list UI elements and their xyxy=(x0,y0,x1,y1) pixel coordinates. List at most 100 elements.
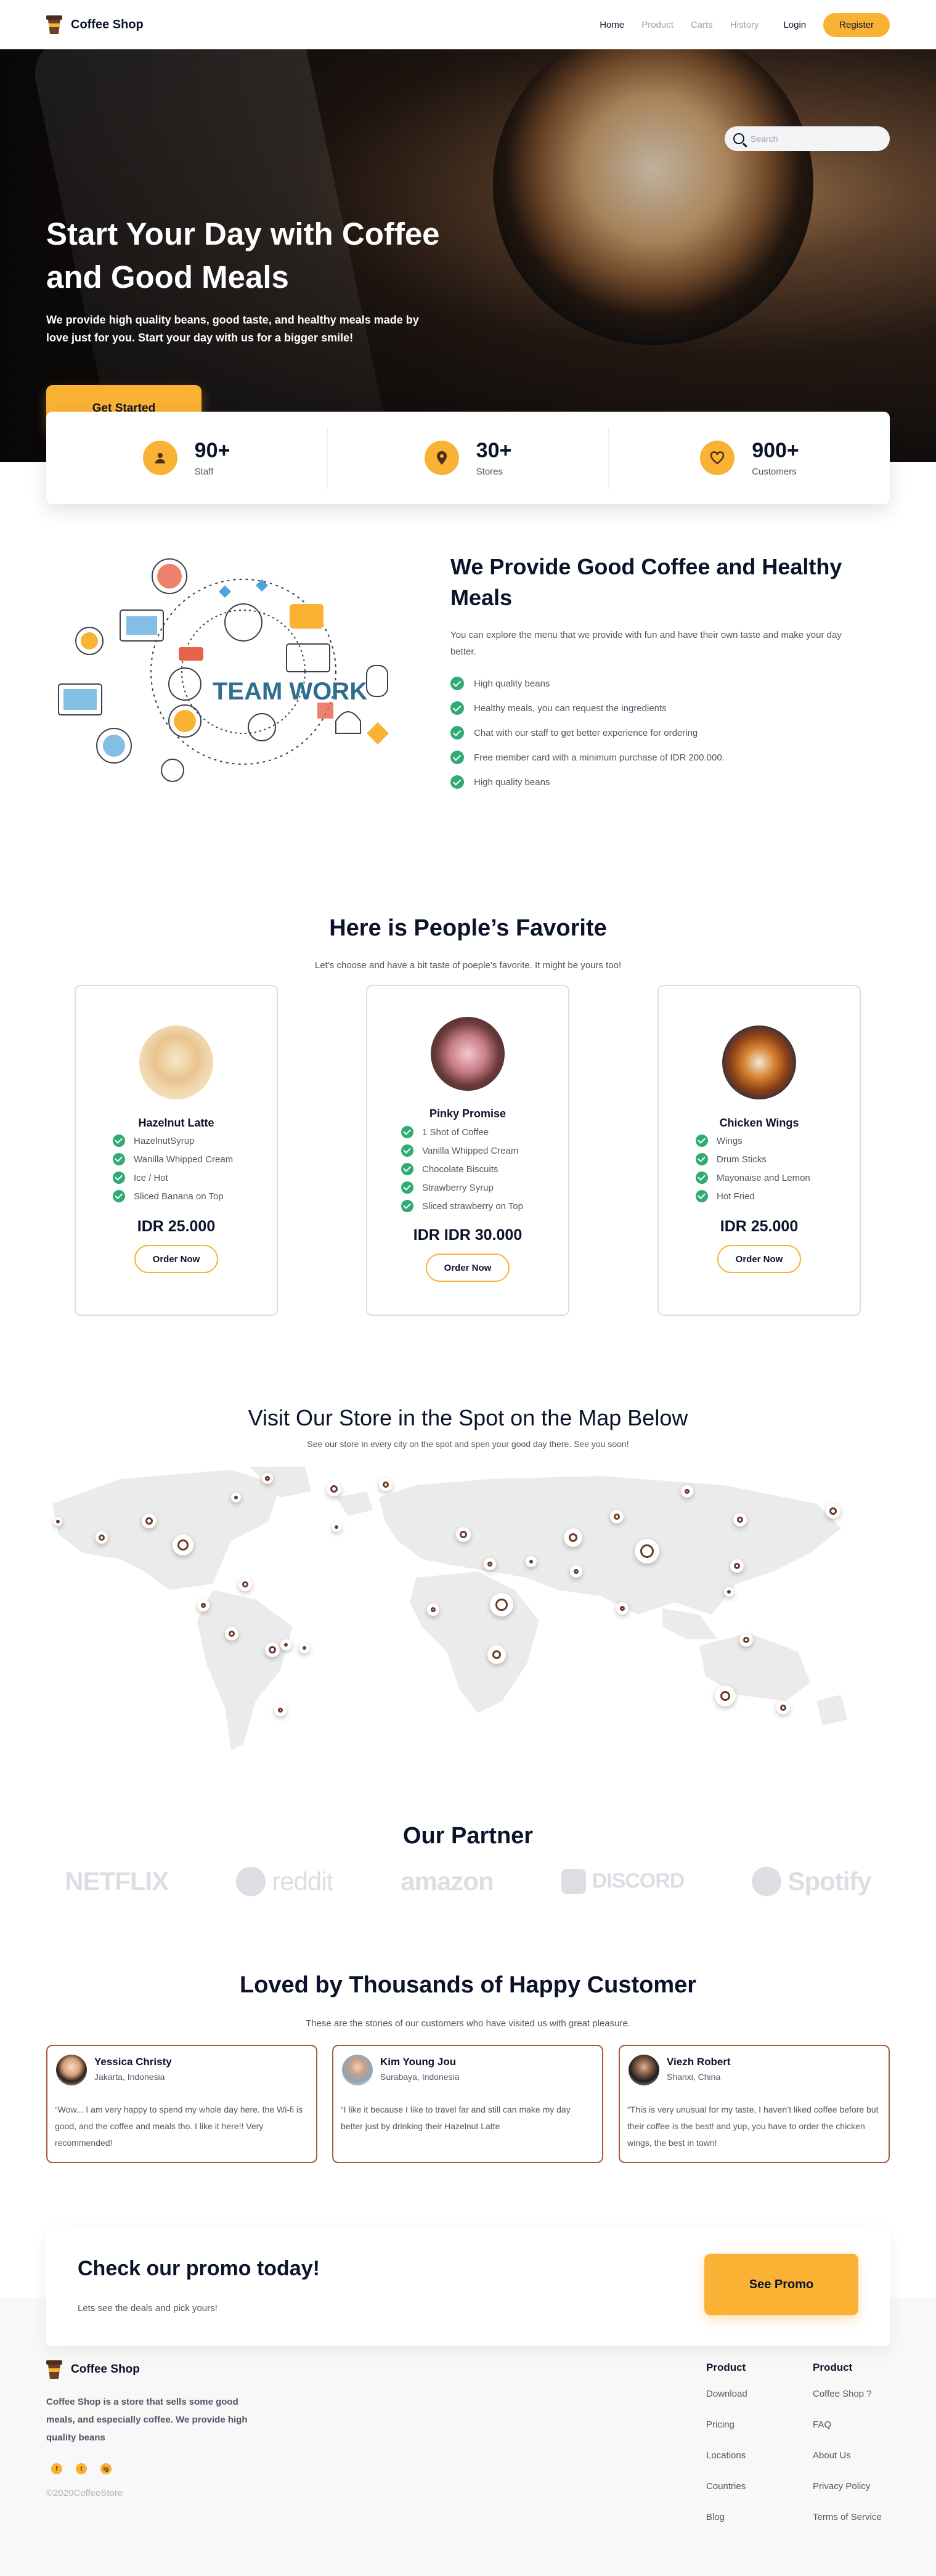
login-link[interactable]: Login xyxy=(783,20,806,30)
footer-link-locations[interactable]: Locations xyxy=(706,2450,747,2481)
map-pin[interactable] xyxy=(332,1522,341,1532)
product-card-pinky-promise: Pinky Promise 1 Shot of Coffee Vanilla W… xyxy=(366,985,569,1316)
search-bar[interactable] xyxy=(725,126,890,151)
map-pin[interactable] xyxy=(225,1627,238,1641)
illustration-label: TEAM WORK xyxy=(213,678,367,705)
facebook-icon[interactable]: f xyxy=(51,2463,62,2474)
map-pin[interactable] xyxy=(262,1473,273,1484)
map-pin[interactable] xyxy=(776,1701,790,1714)
discord-logo: DISCORD xyxy=(561,1869,685,1894)
footer-link-download[interactable]: Download xyxy=(706,2389,747,2419)
map-pin[interactable] xyxy=(327,1482,341,1496)
order-now-button[interactable]: Order Now xyxy=(717,1245,801,1273)
map-pin[interactable] xyxy=(379,1478,393,1491)
check-icon xyxy=(450,775,464,789)
order-now-button[interactable]: Order Now xyxy=(134,1245,218,1273)
check-icon xyxy=(401,1163,413,1175)
map-pin[interactable] xyxy=(456,1527,471,1542)
map-pin[interactable] xyxy=(610,1510,624,1523)
map-pin[interactable] xyxy=(173,1535,193,1555)
search-input[interactable] xyxy=(751,134,874,144)
location-pin-icon xyxy=(424,441,459,475)
map-pin[interactable] xyxy=(265,1642,280,1657)
promo-banner: Check our promo today! Lets see the deal… xyxy=(46,2226,890,2346)
map-pin[interactable] xyxy=(730,1559,744,1573)
list-item: Ice / Hot xyxy=(113,1168,233,1187)
spotify-icon xyxy=(752,1866,782,1896)
map-pin[interactable] xyxy=(299,1642,310,1653)
check-icon xyxy=(450,677,464,690)
stat-customers: 900+ Customers xyxy=(608,427,890,489)
map-pin[interactable] xyxy=(490,1593,513,1616)
twitter-icon[interactable]: t xyxy=(76,2463,87,2474)
discord-icon xyxy=(561,1869,586,1894)
brand-logo[interactable]: Coffee Shop xyxy=(46,15,144,34)
testimonial-name: Yessica Christy xyxy=(94,2056,172,2068)
map-pin[interactable] xyxy=(231,1493,241,1502)
list-item: Healthy meals, you can request the ingre… xyxy=(450,696,851,720)
map-pin[interactable] xyxy=(715,1685,736,1706)
map-pin[interactable] xyxy=(570,1565,582,1578)
check-icon xyxy=(401,1126,413,1138)
stats-panel: 90+ Staff 30+ Stores 900+ Customers xyxy=(46,412,890,504)
list-item: 1 Shot of Coffee xyxy=(401,1123,523,1141)
register-button[interactable]: Register xyxy=(823,12,890,37)
map-pin[interactable] xyxy=(487,1645,506,1664)
product-name: Hazelnut Latte xyxy=(138,1117,214,1129)
footer-column-title: Product xyxy=(706,2362,746,2373)
nav-link-home[interactable]: Home xyxy=(600,20,624,30)
footer-link-countries[interactable]: Countries xyxy=(706,2481,747,2512)
spotify-logo: Spotify xyxy=(752,1866,872,1896)
about-title: We Provide Good Coffee and Healthy Meals xyxy=(450,554,842,610)
map-pin[interactable] xyxy=(733,1513,747,1526)
map-pin[interactable] xyxy=(197,1599,210,1612)
footer-link-faq[interactable]: FAQ xyxy=(813,2419,882,2450)
map-pin[interactable] xyxy=(54,1517,62,1526)
list-item: Chat with our staff to get better experi… xyxy=(450,720,851,745)
map-pin[interactable] xyxy=(142,1514,157,1528)
map-pin[interactable] xyxy=(484,1558,496,1570)
product-price: IDR 25.000 xyxy=(137,1218,216,1235)
map-pin[interactable] xyxy=(616,1602,629,1615)
map-pin[interactable] xyxy=(96,1531,108,1544)
promo-title: Check our promo today! xyxy=(78,2257,320,2280)
map-pin[interactable] xyxy=(826,1504,840,1518)
footer-brand[interactable]: Coffee Shop xyxy=(46,2360,140,2379)
testimonial-card: Yessica Christy Jakarta, Indonesia “Wow.… xyxy=(46,2045,317,2163)
nav-link-carts[interactable]: Carts xyxy=(691,20,713,30)
map-title: Visit Our Store in the Spot on the Map B… xyxy=(248,1405,688,1430)
footer-link-privacy-policy[interactable]: Privacy Policy xyxy=(813,2481,882,2512)
stat-value: 90+ xyxy=(194,439,230,462)
page: Coffee Shop Home Product Carts History L… xyxy=(0,0,936,2576)
map-pin[interactable] xyxy=(280,1639,291,1650)
map-pin[interactable] xyxy=(564,1528,582,1547)
footer-link-blog[interactable]: Blog xyxy=(706,2512,747,2543)
map-pin[interactable] xyxy=(274,1704,287,1716)
check-icon xyxy=(113,1190,125,1202)
footer-link-terms[interactable]: Terms of Service xyxy=(813,2512,882,2543)
testimonial-name: Kim Young Jou xyxy=(380,2056,457,2068)
map-pin[interactable] xyxy=(681,1485,693,1498)
instagram-icon[interactable]: ig xyxy=(100,2463,112,2474)
map-pin[interactable] xyxy=(427,1604,439,1616)
list-item: HazelnutSyrup xyxy=(113,1131,233,1150)
copyright: ©2020CoffeeStore xyxy=(46,2488,123,2498)
map-pin[interactable] xyxy=(724,1587,734,1597)
partner-logos: NETFLIX reddit amazon DISCORD Spotify xyxy=(0,1861,936,1901)
order-now-button[interactable]: Order Now xyxy=(426,1253,510,1282)
nav-link-product[interactable]: Product xyxy=(641,20,674,30)
teamwork-illustration: TEAM WORK xyxy=(46,548,422,807)
coffee-cup-icon xyxy=(46,2360,62,2379)
nav-link-history[interactable]: History xyxy=(730,20,759,30)
testimonial-quote: “This is very unusual for my taste, I ha… xyxy=(627,2105,879,2148)
see-promo-button[interactable]: See Promo xyxy=(704,2254,858,2315)
footer-link-coffee-shop[interactable]: Coffee Shop ? xyxy=(813,2389,882,2419)
testimonial-quote: “I like it because I like to travel far … xyxy=(341,2105,571,2131)
footer-link-about-us[interactable]: About Us xyxy=(813,2450,882,2481)
map-pin[interactable] xyxy=(635,1539,659,1563)
footer-link-pricing[interactable]: Pricing xyxy=(706,2419,747,2450)
map-pin[interactable] xyxy=(739,1633,753,1647)
list-item: Drum Sticks xyxy=(696,1150,810,1168)
map-pin[interactable] xyxy=(526,1556,537,1567)
map-pin[interactable] xyxy=(238,1578,252,1591)
